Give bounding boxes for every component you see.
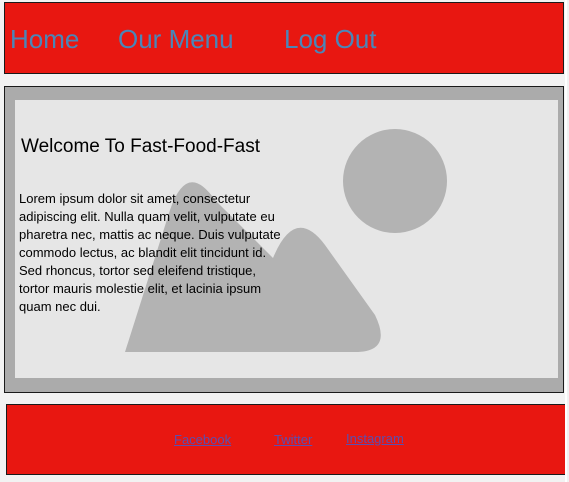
- page: Home Our Menu Log Out Welcome To Fast-Fo…: [0, 0, 569, 482]
- footer-facebook-link[interactable]: Facebook: [174, 432, 231, 447]
- hero-title: Welcome To Fast-Food-Fast: [21, 136, 260, 157]
- footer-twitter-link[interactable]: Twitter: [274, 432, 312, 447]
- site-header: Home Our Menu Log Out: [4, 2, 564, 74]
- footer-instagram-link[interactable]: Instagram: [346, 431, 404, 446]
- nav-our-menu-link[interactable]: Our Menu: [118, 23, 234, 55]
- hero-panel: Welcome To Fast-Food-Fast Lorem ipsum do…: [15, 100, 558, 378]
- right-edge-strip: [565, 0, 567, 482]
- nav-home-link[interactable]: Home: [10, 23, 79, 55]
- hero-section: Welcome To Fast-Food-Fast Lorem ipsum do…: [4, 86, 564, 393]
- site-footer: Facebook Twitter Instagram: [6, 404, 567, 475]
- hero-body-text: Lorem ipsum dolor sit amet, consectetur …: [19, 191, 281, 314]
- nav-log-out-link[interactable]: Log Out: [284, 23, 377, 55]
